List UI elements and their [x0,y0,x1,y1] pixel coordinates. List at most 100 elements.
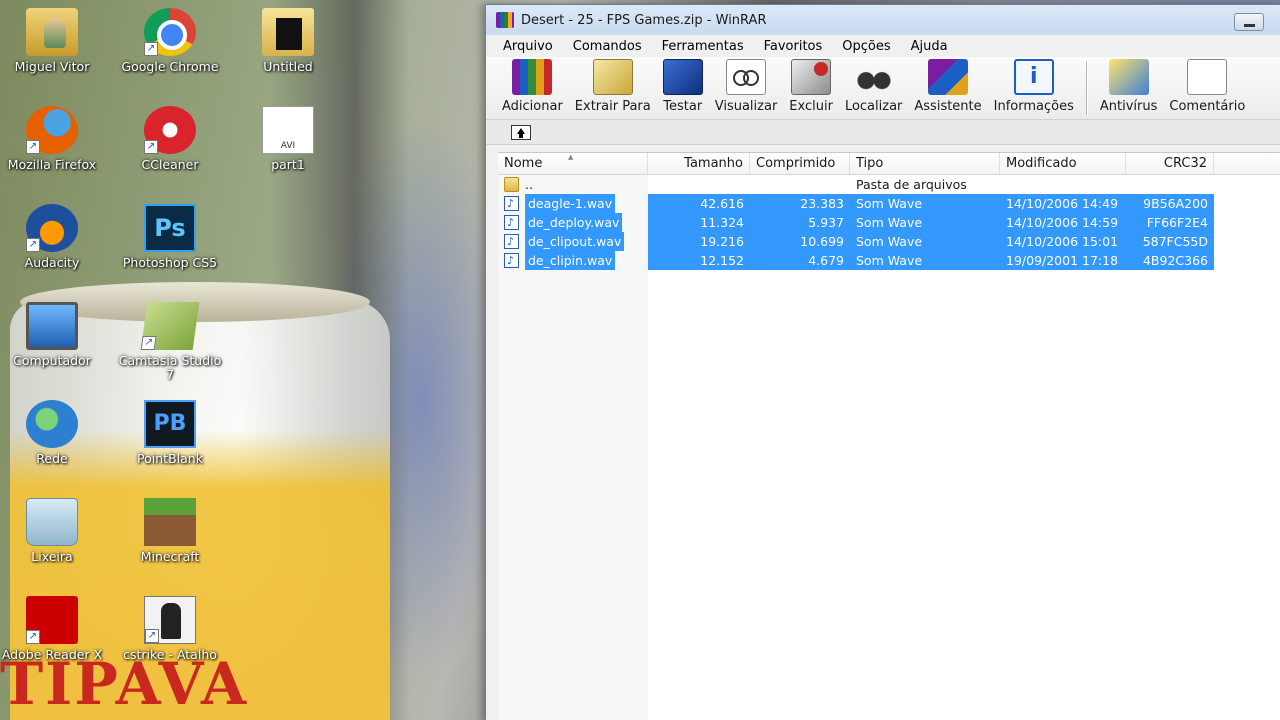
find-button[interactable]: Localizar [839,57,908,114]
desktop-icon-mozilla-firefox[interactable]: ↗ Mozilla Firefox [0,106,107,172]
file-size: 19.216 [648,232,750,251]
column-header-compressed[interactable]: Comprimido [750,153,850,174]
parent-folder-row[interactable]: .. Pasta de arquivos [498,175,1280,194]
view-button-label: Visualizar [714,99,778,114]
file-crc: 4B92C366 [1126,251,1214,270]
desktop-icon-pointblank[interactable]: PB PointBlank [115,400,225,466]
camtasia-icon: ↗ [140,302,200,350]
wav-file-icon [504,232,519,251]
antivirus-icon [1108,59,1149,95]
shortcut-arrow-icon: ↗ [145,629,159,643]
desktop-icon-computador[interactable]: Computador [0,302,107,368]
info-button-label: Informações [993,99,1074,114]
desktop-icon-cstrike[interactable]: ↗ cstrike - Atalho [115,596,225,662]
file-name-cell: de_clipout.wav [498,232,648,251]
wizard-button-label: Assistente [914,99,982,114]
desktop-icon-camtasia[interactable]: ↗ Camtasia Studio 7 [115,302,225,382]
wizard-button[interactable]: Assistente [908,57,987,114]
desktop-icon-google-chrome[interactable]: ↗ Google Chrome [115,8,225,74]
file-name-cell: de_deploy.wav [498,213,648,232]
info-icon: i [1013,59,1054,95]
desktop-icon-label: Computador [13,353,91,368]
antivirus-button-label: Antivírus [1099,99,1158,114]
audacity-icon: ↗ [26,204,78,252]
desktop-icon-label: Untitled [263,59,313,74]
desktop-icon-label: Rede [36,451,68,466]
desktop-icon-label: Mozilla Firefox [7,157,97,172]
delete-button[interactable]: Excluir [783,57,839,114]
file-type: Som Wave [850,251,1000,270]
file-size: 12.152 [648,251,750,270]
shortcut-arrow-icon: ↗ [144,42,158,56]
file-crc: 587FC55D [1126,232,1214,251]
desktop-icon-label: Lixeira [31,549,73,564]
menu-ajuda[interactable]: Ajuda [901,39,958,54]
info-button[interactable]: i Informações [988,57,1080,114]
menu-arquivo[interactable]: Arquivo [493,39,563,54]
column-header-crc[interactable]: CRC32 [1126,153,1214,174]
desktop-icon-adobe-reader[interactable]: ↗ Adobe Reader X [0,596,107,662]
table-row[interactable]: de_deploy.wav 11.324 5.937 Som Wave 14/1… [498,213,1280,232]
desktop-icon-lixeira[interactable]: Lixeira [0,498,107,564]
table-row[interactable]: de_clipout.wav 19.216 10.699 Som Wave 14… [498,232,1280,251]
shortcut-arrow-icon: ↗ [26,630,40,644]
wav-file-icon [504,251,519,270]
view-button[interactable]: Visualizar [709,57,784,114]
desktop-icon-miguel-vitor[interactable]: Miguel Vitor [0,8,107,74]
add-button-label: Adicionar [502,99,563,114]
desktop-icon-label: PointBlank [137,451,203,466]
desktop-icon-minecraft[interactable]: Minecraft [115,498,225,564]
file-crc: 9B56A200 [1126,194,1214,213]
extract-icon [592,59,633,95]
find-button-label: Localizar [844,99,903,114]
add-button[interactable]: Adicionar [496,57,569,114]
table-row[interactable]: de_clipin.wav 12.152 4.679 Som Wave 19/0… [498,251,1280,270]
file-size: 42.616 [648,194,750,213]
minimize-button[interactable] [1234,13,1264,31]
desktop-icon-untitled[interactable]: Untitled [233,8,343,74]
file-list[interactable]: ▲ Nome Tamanho Comprimido Tipo Modificad… [498,152,1280,720]
menu-comandos[interactable]: Comandos [563,39,652,54]
desktop-icon-label: Miguel Vitor [14,59,90,74]
chrome-icon: ↗ [144,8,196,56]
desktop-icon-part1[interactable]: part1 [233,106,343,172]
menu-bar: Arquivo Comandos Ferramentas Favoritos O… [486,35,1280,57]
menu-ferramentas[interactable]: Ferramentas [652,39,754,54]
desktop-icon-rede[interactable]: Rede [0,400,107,466]
delete-icon [791,59,832,95]
desktop-icon-audacity[interactable]: ↗ Audacity [0,204,107,270]
counter-strike-icon: ↗ [144,596,196,644]
test-button[interactable]: Testar [657,57,709,114]
test-button-label: Testar [663,99,703,114]
extract-to-button-label: Extrair Para [574,99,651,114]
adobe-reader-icon: ↗ [26,596,78,644]
file-modified: 14/10/2006 14:49 [1000,194,1126,213]
comment-button-label: Comentário [1169,99,1246,114]
comment-icon [1187,59,1228,95]
table-row[interactable]: deagle-1.wav 42.616 23.383 Som Wave 14/1… [498,194,1280,213]
antivirus-button[interactable]: Antivírus [1094,57,1164,114]
title-bar[interactable]: Desert - 25 - FPS Games.zip - WinRAR [486,5,1280,35]
extract-to-button[interactable]: Extrair Para [569,57,657,114]
network-icon [26,400,78,448]
desktop-icon-ccleaner[interactable]: ↗ CCleaner [115,106,225,172]
desktop-icon-label: CCleaner [141,157,199,172]
file-type: Pasta de arquivos [856,177,967,192]
column-header-size[interactable]: Tamanho [648,153,750,174]
file-name: de_deploy.wav [525,213,623,232]
desktop-icon-photoshop[interactable]: Ps Photoshop CS5 [115,204,225,270]
column-header-type[interactable]: Tipo [850,153,1000,174]
column-header-modified[interactable]: Modificado [1000,153,1126,174]
menu-opcoes[interactable]: Opções [832,39,900,54]
desktop-icon-label: Photoshop CS5 [122,255,218,270]
shortcut-arrow-icon: ↗ [140,336,157,350]
menu-favoritos[interactable]: Favoritos [754,39,833,54]
minecraft-icon [144,498,196,546]
file-type: Som Wave [850,213,1000,232]
file-size: 11.324 [648,213,750,232]
comment-button[interactable]: Comentário [1163,57,1251,114]
file-name: de_clipin.wav [525,251,616,270]
photoshop-icon: Ps [144,204,196,252]
add-archive-icon [512,59,553,95]
up-one-level-icon[interactable] [511,124,531,140]
